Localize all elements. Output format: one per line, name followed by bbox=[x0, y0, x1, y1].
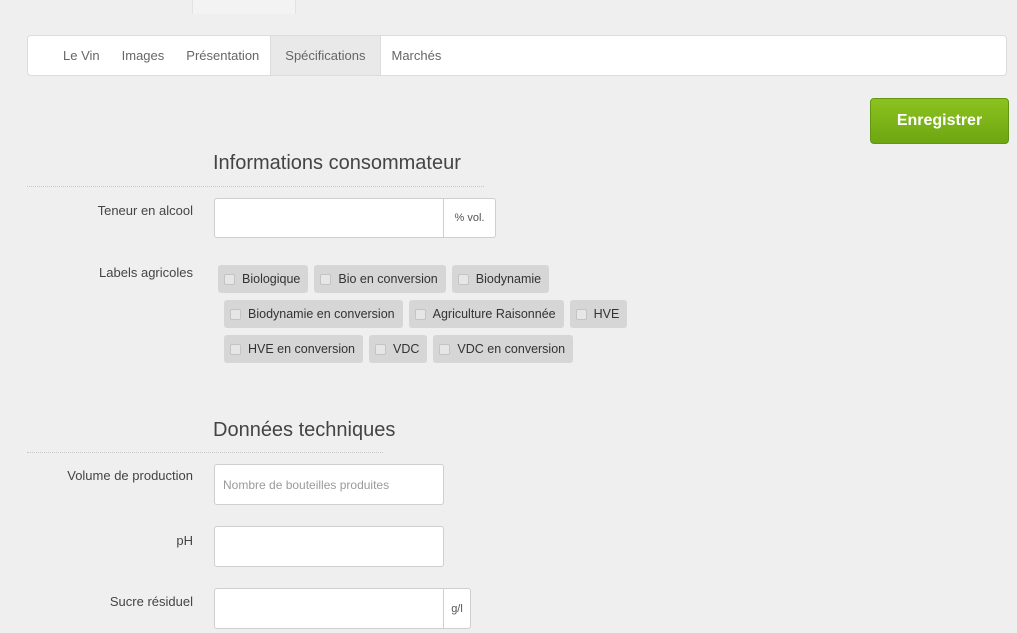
chip-label: VDC bbox=[393, 342, 420, 356]
save-button[interactable]: Enregistrer bbox=[870, 98, 1009, 144]
chip-hve-en-conversion[interactable]: HVE en conversion bbox=[224, 335, 364, 363]
previous-tab-edge bbox=[192, 0, 296, 14]
chip-biodynamie-en-conversion[interactable]: Biodynamie en conversion bbox=[224, 300, 403, 328]
chip-label: Agriculture Raisonnée bbox=[432, 307, 556, 321]
chip-label: Biodynamie bbox=[475, 272, 542, 286]
tab-le-vin[interactable]: Le Vin bbox=[51, 36, 111, 75]
checkbox-icon bbox=[439, 343, 451, 355]
checkbox-icon bbox=[320, 273, 332, 285]
checkbox-icon bbox=[224, 273, 235, 285]
checkbox-icon bbox=[457, 273, 469, 285]
alcohol-unit-addon: % vol. bbox=[444, 198, 496, 238]
chip-biologique[interactable]: Biologique bbox=[218, 265, 309, 293]
tab-presentation[interactable]: Présentation bbox=[175, 36, 270, 75]
volume-label: Volume de production bbox=[67, 468, 193, 483]
consumer-section-divider bbox=[27, 186, 484, 187]
sugar-label: Sucre résiduel bbox=[109, 594, 193, 609]
chip-label: VDC en conversion bbox=[457, 342, 566, 356]
chip-label: Biologique bbox=[242, 272, 301, 286]
consumer-section-title: Informations consommateur bbox=[213, 152, 461, 174]
alcohol-label: Teneur en alcool bbox=[97, 203, 193, 218]
chip-label: Bio en conversion bbox=[338, 272, 438, 286]
technical-section-divider bbox=[27, 452, 383, 453]
agri-labels-label: Labels agricoles bbox=[99, 265, 193, 280]
checkbox-icon bbox=[414, 308, 426, 320]
chip-agriculture-raisonnee[interactable]: Agriculture Raisonnée bbox=[408, 300, 564, 328]
volume-input[interactable] bbox=[214, 464, 444, 505]
tab-bar: Le Vin Images Présentation Spécification… bbox=[27, 35, 1007, 76]
tab-marches[interactable]: Marchés bbox=[381, 36, 453, 75]
chip-vdc-en-conversion[interactable]: VDC en conversion bbox=[433, 335, 574, 363]
tab-images[interactable]: Images bbox=[111, 36, 176, 75]
technical-section-title: Données techniques bbox=[213, 419, 396, 441]
checkbox-icon bbox=[575, 308, 587, 320]
alcohol-input[interactable] bbox=[214, 198, 444, 238]
chip-bio-en-conversion[interactable]: Bio en conversion bbox=[314, 265, 446, 293]
agri-labels-group: Biologique Bio en conversion Biodynamie … bbox=[218, 265, 628, 370]
checkbox-icon bbox=[230, 343, 241, 355]
checkbox-icon bbox=[230, 308, 241, 320]
ph-label: pH bbox=[176, 533, 193, 548]
top-strip bbox=[0, 0, 1017, 14]
ph-input[interactable] bbox=[214, 526, 444, 567]
chip-label: HVE bbox=[593, 307, 620, 321]
sugar-input[interactable] bbox=[214, 588, 444, 629]
chip-label: Biodynamie en conversion bbox=[248, 307, 395, 321]
chip-vdc[interactable]: VDC bbox=[369, 335, 428, 363]
tab-specifications[interactable]: Spécifications bbox=[270, 36, 381, 75]
chip-hve[interactable]: HVE bbox=[569, 300, 628, 328]
chip-label: HVE en conversion bbox=[248, 342, 356, 356]
chip-biodynamie[interactable]: Biodynamie bbox=[451, 265, 550, 293]
checkbox-icon bbox=[375, 343, 387, 355]
sugar-unit-addon: g/l bbox=[444, 588, 471, 629]
